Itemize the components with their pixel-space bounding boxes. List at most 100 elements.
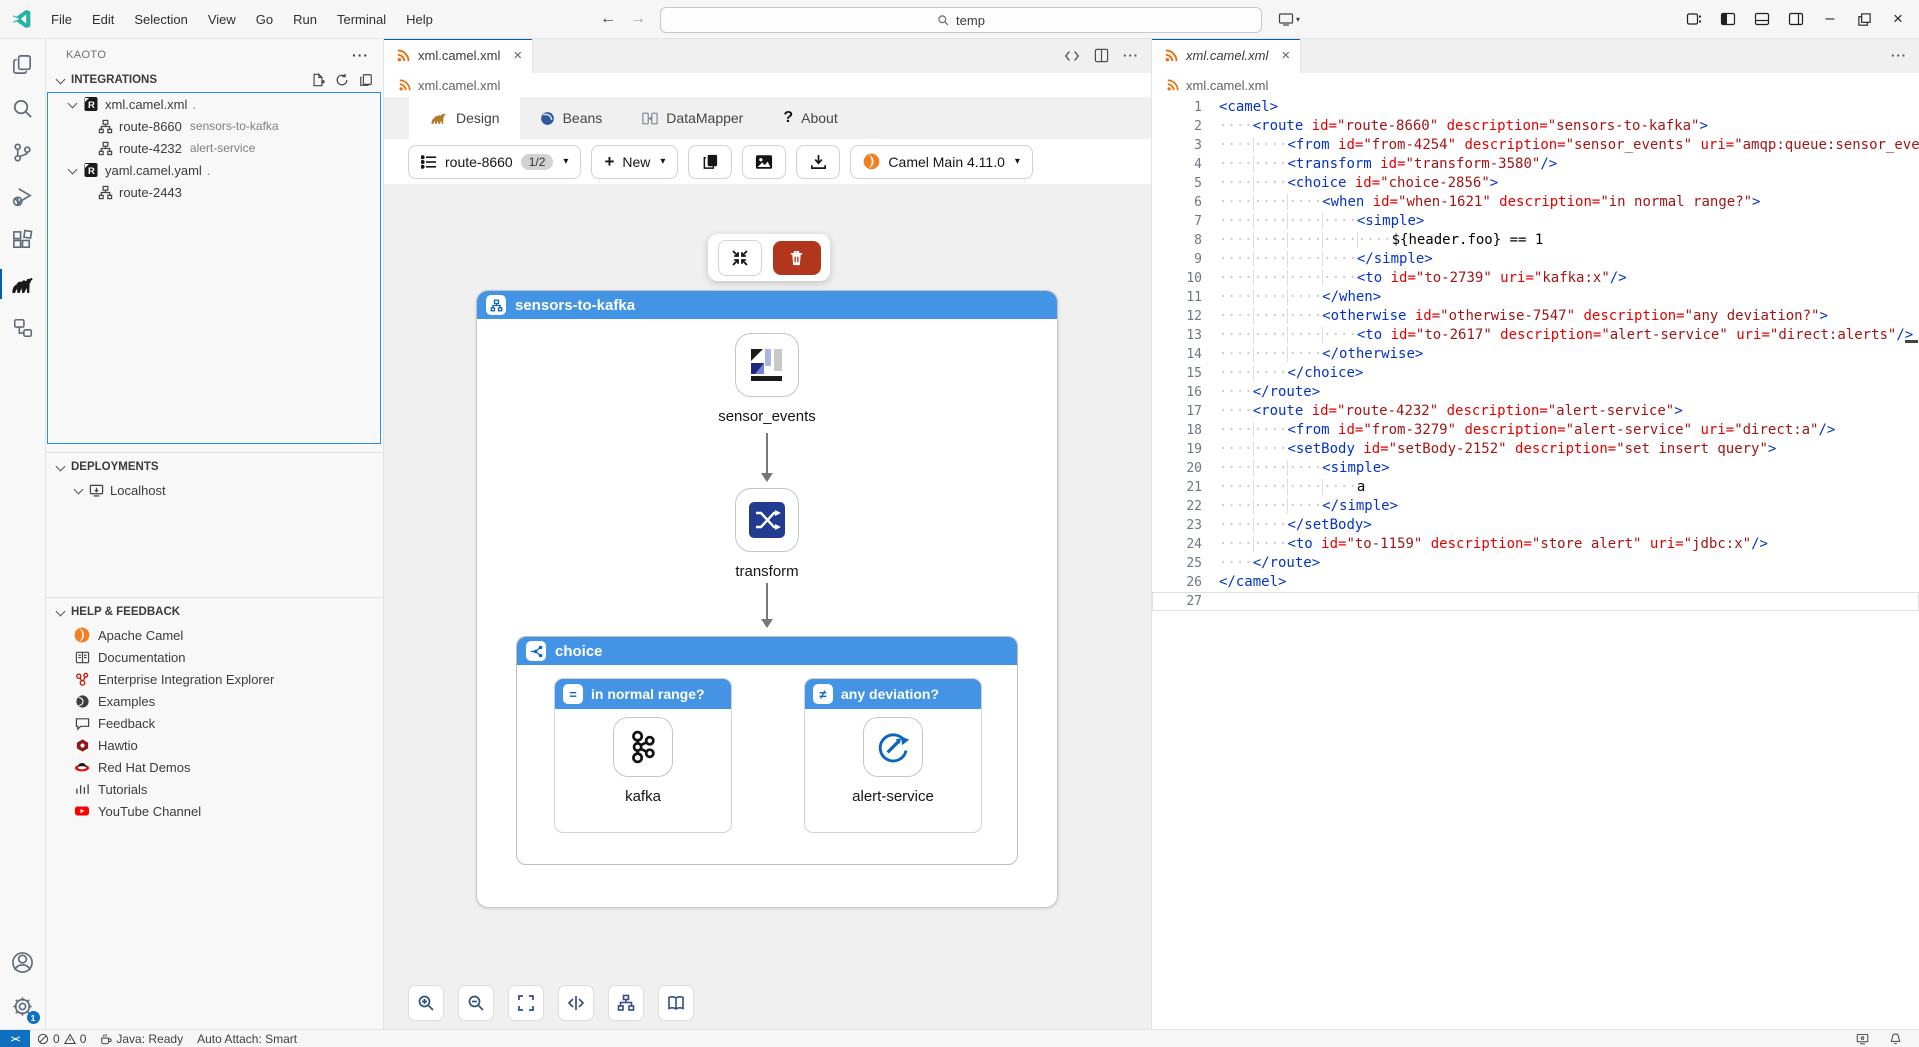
- hierarchy-view-icon[interactable]: [0, 306, 46, 350]
- help-youtube-channel[interactable]: YouTube Channel: [46, 800, 383, 822]
- close-tab-icon[interactable]: ×: [1281, 47, 1290, 64]
- settings-gear-icon[interactable]: 1: [0, 984, 46, 1028]
- tree-item-xml-camel-xml[interactable]: xml.camel.xml .: [48, 93, 380, 115]
- collapse-node-button[interactable]: [718, 240, 762, 276]
- code-line[interactable]: 16····</route>: [1152, 383, 1919, 402]
- split-editor-icon[interactable]: [1094, 48, 1109, 63]
- tab-xml-camel-xml-preview[interactable]: xml.camel.xml ×: [1152, 38, 1301, 73]
- code-line[interactable]: 5········<choice id="choice-2856">: [1152, 174, 1919, 193]
- customize-layout-icon[interactable]: [1679, 4, 1709, 34]
- new-flow-button[interactable]: + New ▾: [591, 145, 678, 179]
- run-debug-icon[interactable]: [0, 174, 46, 218]
- screencast-icon[interactable]: [1849, 1030, 1876, 1047]
- code-line[interactable]: 4········<transform id="transform-3580"/…: [1152, 155, 1919, 174]
- horizontal-layout-button[interactable]: [558, 985, 594, 1021]
- node-alert-service[interactable]: alert-service: [805, 717, 981, 805]
- integrations-section-header[interactable]: INTEGRATIONS: [46, 68, 383, 92]
- node-kafka[interactable]: kafka: [555, 717, 731, 805]
- code-line[interactable]: 25····</route>: [1152, 554, 1919, 573]
- code-line[interactable]: 13················<to id="to-2617" descr…: [1152, 326, 1919, 345]
- tree-item-route-4232[interactable]: route-4232 alert-service: [48, 137, 380, 159]
- extensions-icon[interactable]: [0, 218, 46, 262]
- code-editor[interactable]: 1<camel>2····<route id="route-8660" desc…: [1152, 97, 1919, 1030]
- code-line[interactable]: 26</camel>: [1152, 573, 1919, 592]
- tree-item-route-2443[interactable]: route-2443: [48, 181, 380, 203]
- more-actions-icon[interactable]: ···: [1891, 48, 1907, 63]
- breadcrumb-left[interactable]: xml.camel.xml: [384, 73, 1151, 97]
- choice-container[interactable]: choice = in normal range?: [516, 636, 1018, 865]
- help-hawtio[interactable]: Hawtio: [46, 734, 383, 756]
- runtime-selector-button[interactable]: Camel Main 4.11.0 ▾: [850, 145, 1033, 179]
- code-line[interactable]: 9················</simple>: [1152, 250, 1919, 269]
- nav-forward-icon[interactable]: →: [630, 10, 646, 28]
- tab-design[interactable]: Design: [409, 97, 520, 139]
- zoom-out-button[interactable]: [458, 985, 494, 1021]
- new-integration-icon[interactable]: [311, 73, 325, 87]
- otherwise-header[interactable]: ≠ any deviation?: [805, 679, 981, 709]
- code-line[interactable]: 3········<from id="from-4254" descriptio…: [1152, 136, 1919, 155]
- code-line[interactable]: 19········<setBody id="setBody-2152" des…: [1152, 440, 1919, 459]
- when-header[interactable]: = in normal range?: [555, 679, 731, 709]
- code-line[interactable]: 22············</simple>: [1152, 497, 1919, 516]
- deployment-localhost[interactable]: Localhost: [46, 479, 383, 501]
- minimize-window-icon[interactable]: –: [1815, 4, 1845, 34]
- choice-header[interactable]: choice: [517, 637, 1017, 665]
- kaoto-camel-icon[interactable]: [0, 262, 46, 306]
- scrollbar-mark[interactable]: [1905, 340, 1918, 343]
- menu-edit[interactable]: Edit: [83, 8, 123, 31]
- tree-item-route-8660[interactable]: route-8660 sensors-to-kafka: [48, 115, 380, 137]
- deployments-section-header[interactable]: DEPLOYMENTS: [46, 455, 383, 479]
- node-transform[interactable]: transform: [687, 488, 847, 580]
- code-line[interactable]: 17····<route id="route-4232" description…: [1152, 402, 1919, 421]
- help-red-hat-demos[interactable]: Red Hat Demos: [46, 756, 383, 778]
- open-copy-icon[interactable]: [359, 73, 373, 87]
- catalog-button[interactable]: [658, 985, 694, 1021]
- code-line[interactable]: 21················a: [1152, 478, 1919, 497]
- help-feedback[interactable]: Feedback: [46, 712, 383, 734]
- code-line[interactable]: 2····<route id="route-8660" description=…: [1152, 117, 1919, 136]
- export-image-button[interactable]: [742, 145, 786, 179]
- code-line[interactable]: 8····················${header.foo} == 1: [1152, 231, 1919, 250]
- code-line[interactable]: 24········<to id="to-1159" description="…: [1152, 535, 1919, 554]
- download-button[interactable]: [796, 145, 840, 179]
- toggle-panel-icon[interactable]: [1747, 4, 1777, 34]
- explorer-icon[interactable]: [0, 42, 46, 86]
- code-line[interactable]: 27: [1152, 592, 1919, 611]
- more-actions-icon[interactable]: ···: [1123, 48, 1139, 63]
- toggle-secondary-sidebar-icon[interactable]: [1781, 4, 1811, 34]
- code-line[interactable]: 14············</otherwise>: [1152, 345, 1919, 364]
- breadcrumb-right[interactable]: xml.camel.xml: [1152, 73, 1919, 97]
- code-line[interactable]: 18········<from id="from-3279" descripti…: [1152, 421, 1919, 440]
- tab-about[interactable]: ? About: [763, 97, 857, 139]
- code-line[interactable]: 20············<simple>: [1152, 459, 1919, 478]
- menu-file[interactable]: File: [42, 8, 81, 31]
- tab-datamapper[interactable]: DataMapper: [622, 97, 763, 139]
- branch-otherwise[interactable]: ≠ any deviation?: [804, 678, 982, 833]
- nav-back-icon[interactable]: ←: [600, 10, 616, 28]
- zoom-in-button[interactable]: [408, 985, 444, 1021]
- tab-xml-camel-xml[interactable]: xml.camel.xml ×: [384, 38, 533, 73]
- toggle-primary-sidebar-icon[interactable]: [1713, 4, 1743, 34]
- code-line[interactable]: 12············<otherwise id="otherwise-7…: [1152, 307, 1919, 326]
- code-line[interactable]: 1<camel>: [1152, 98, 1919, 117]
- route-container-header[interactable]: sensors-to-kafka: [477, 291, 1057, 319]
- open-source-icon[interactable]: [1064, 49, 1080, 63]
- close-window-icon[interactable]: ×: [1883, 4, 1913, 34]
- tab-beans[interactable]: Beans: [520, 97, 623, 139]
- restore-window-icon[interactable]: [1849, 4, 1879, 34]
- menu-view[interactable]: View: [199, 8, 245, 31]
- code-line[interactable]: 23········</setBody>: [1152, 516, 1919, 535]
- help-enterprise-integration-explorer[interactable]: Enterprise Integration Explorer: [46, 668, 383, 690]
- kaoto-canvas[interactable]: sensors-to-kafka sensor_events: [384, 184, 1151, 1030]
- vertical-layout-button[interactable]: [608, 985, 644, 1021]
- help-apache-camel[interactable]: Apache Camel: [46, 624, 383, 646]
- node-sensor-events[interactable]: sensor_events: [687, 333, 847, 425]
- code-line[interactable]: 11············</when>: [1152, 288, 1919, 307]
- code-line[interactable]: 6············<when id="when-1621" descri…: [1152, 193, 1919, 212]
- flow-selector-button[interactable]: route-8660 1/2 ▾: [408, 145, 581, 179]
- java-status[interactable]: Java: Ready: [93, 1030, 190, 1047]
- code-line[interactable]: 10················<to id="to-2739" uri="…: [1152, 269, 1919, 288]
- menu-terminal[interactable]: Terminal: [328, 8, 395, 31]
- menu-go[interactable]: Go: [247, 8, 282, 31]
- command-center-search[interactable]: temp: [660, 7, 1262, 33]
